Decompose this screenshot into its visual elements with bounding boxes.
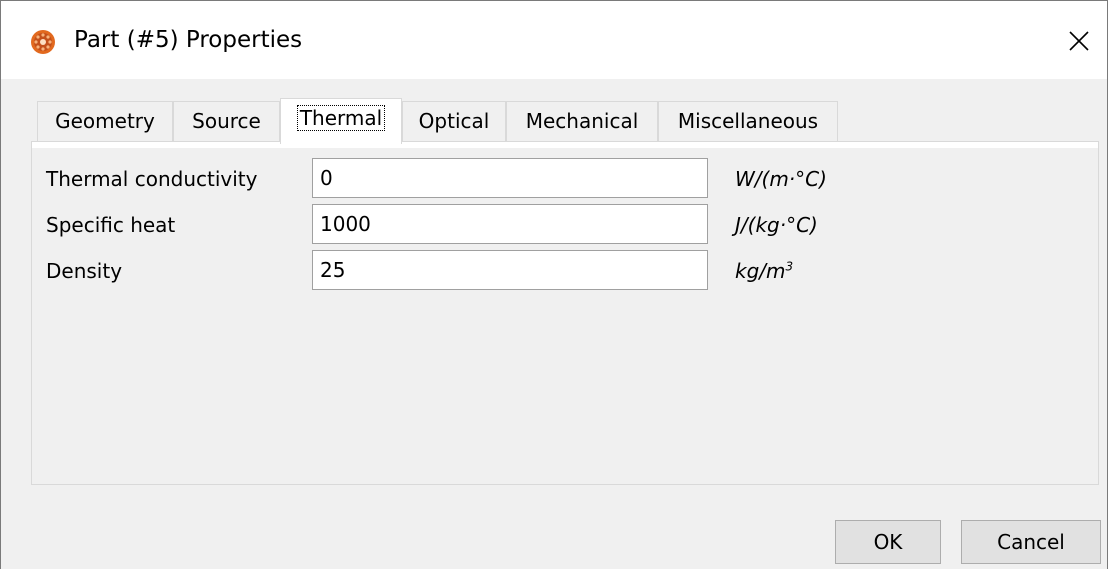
specific-heat-input[interactable] [312, 204, 708, 244]
title-bar: Part (#5) Properties [1, 1, 1107, 79]
tab-label: Geometry [55, 109, 155, 133]
tab-miscellaneous[interactable]: Miscellaneous [658, 101, 838, 141]
tab-label: Thermal [296, 105, 386, 131]
window-title: Part (#5) Properties [74, 27, 303, 53]
tab-label: Miscellaneous [677, 109, 819, 133]
tab-label: Mechanical [525, 109, 639, 133]
ok-button[interactable]: OK [835, 520, 941, 564]
tab-label: Optical [418, 109, 490, 133]
tab-label: Source [192, 109, 261, 133]
thermal-conductivity-input[interactable] [312, 158, 708, 198]
close-icon[interactable] [1059, 21, 1099, 61]
specific-heat-unit: J/(kg·°C) [735, 213, 818, 237]
cancel-button[interactable]: Cancel [961, 520, 1101, 564]
properties-dialog: Part (#5) Properties Geometry Source The… [0, 0, 1108, 569]
thermal-panel: Thermal conductivity W/(m·°C) Specific h… [31, 141, 1099, 485]
orange-gear-icon [30, 29, 56, 55]
thermal-conductivity-unit: W/(m·°C) [735, 167, 827, 191]
density-unit: kg/m3 [735, 259, 793, 283]
tab-optical[interactable]: Optical [402, 101, 506, 141]
density-input[interactable] [312, 250, 708, 290]
tab-mechanical[interactable]: Mechanical [506, 101, 658, 141]
density-unit-base: kg/m [735, 259, 786, 283]
tab-thermal[interactable]: Thermal [280, 98, 402, 144]
tab-geometry[interactable]: Geometry [37, 101, 173, 141]
panel-divider [32, 142, 1098, 148]
specific-heat-label: Specific heat [46, 213, 176, 237]
density-unit-exponent: 3 [785, 259, 794, 274]
density-label: Density [46, 259, 123, 283]
tab-source[interactable]: Source [173, 101, 280, 141]
thermal-conductivity-label: Thermal conductivity [46, 167, 258, 191]
dialog-body: Geometry Source Thermal Optical Mechanic… [1, 79, 1107, 569]
